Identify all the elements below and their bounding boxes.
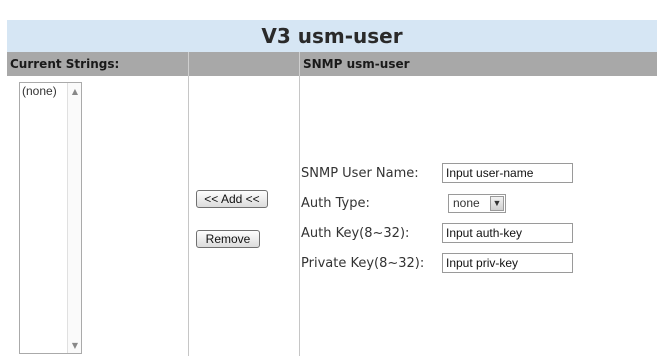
snmp-usm-user-header: SNMP usm-user: [299, 52, 657, 76]
remove-button[interactable]: Remove: [196, 230, 260, 248]
table-body: [7, 76, 657, 356]
table-header: Current Strings: SNMP usm-user: [7, 52, 657, 76]
user-name-input[interactable]: Input user-name: [442, 163, 573, 183]
auth-type-value: none: [453, 196, 480, 210]
list-scrollbar[interactable]: ▲ ▼: [67, 83, 81, 353]
page-title: V3 usm-user: [7, 20, 657, 52]
column-divider: [299, 76, 300, 356]
add-button[interactable]: << Add <<: [196, 190, 268, 208]
column-divider: [188, 76, 189, 356]
scroll-down-icon[interactable]: ▼: [68, 339, 82, 353]
private-key-input[interactable]: Input priv-key: [442, 253, 573, 273]
auth-type-select[interactable]: none ▼: [448, 194, 506, 213]
chevron-down-icon[interactable]: ▼: [490, 196, 504, 211]
private-key-label: Private Key(8~32):: [301, 256, 425, 271]
auth-type-label: Auth Type:: [301, 196, 370, 211]
auth-key-input[interactable]: Input auth-key: [442, 223, 573, 243]
usm-user-page: V3 usm-user Current Strings: SNMP usm-us…: [7, 20, 657, 356]
actions-header: [188, 52, 299, 76]
current-strings-header: Current Strings:: [10, 57, 120, 71]
current-strings-list[interactable]: (none) ▲ ▼: [19, 82, 82, 354]
user-name-label: SNMP User Name:: [301, 166, 419, 181]
scroll-up-icon[interactable]: ▲: [68, 85, 82, 99]
list-item[interactable]: (none): [22, 84, 57, 98]
auth-key-label: Auth Key(8~32):: [301, 226, 410, 241]
